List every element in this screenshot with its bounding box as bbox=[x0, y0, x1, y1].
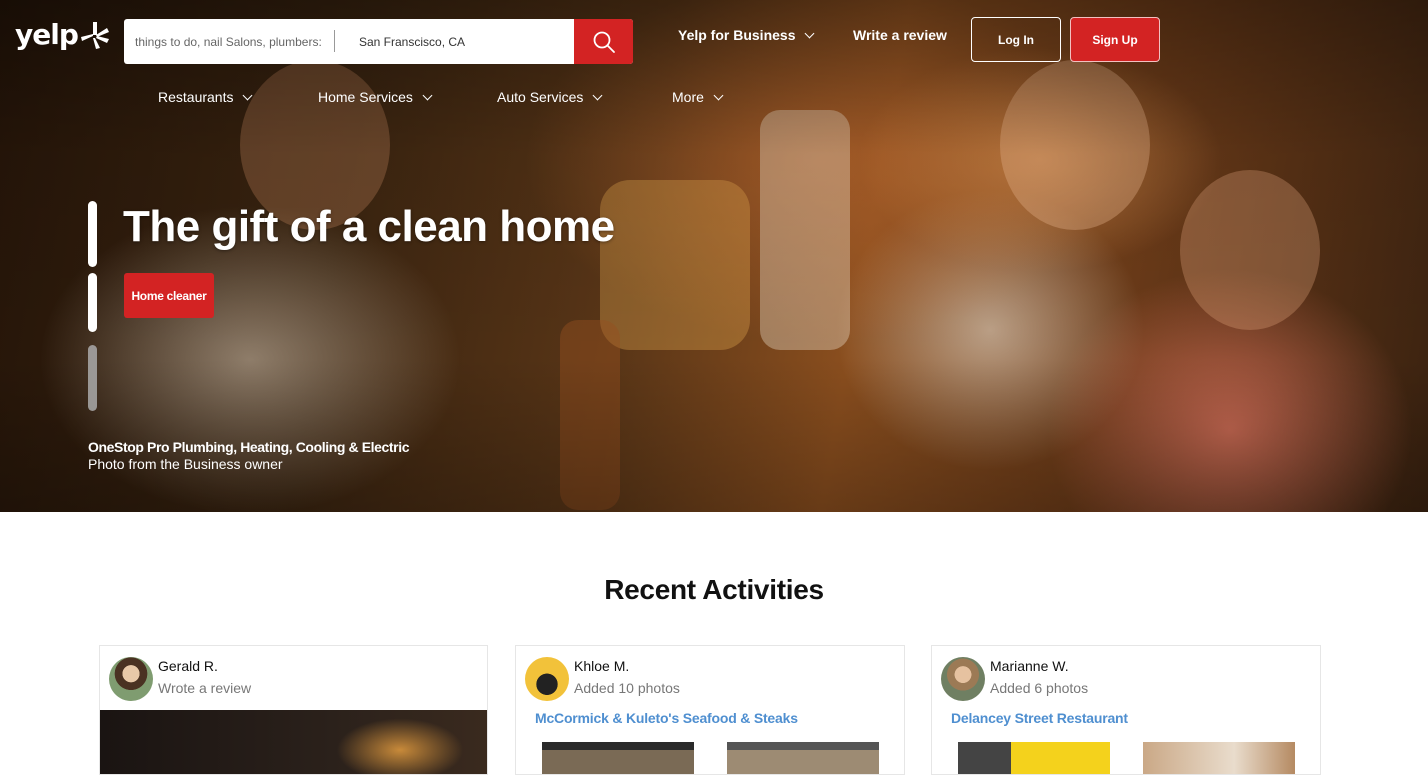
recent-activities-title: Recent Activities bbox=[604, 574, 824, 605]
write-review-link[interactable]: Write a review bbox=[853, 27, 947, 43]
search-near-input[interactable] bbox=[335, 19, 574, 64]
write-review-label: Write a review bbox=[853, 27, 947, 43]
search-button[interactable] bbox=[574, 19, 633, 64]
business-link[interactable]: McCormick & Kuleto's Seafood & Steaks bbox=[535, 710, 798, 726]
yelp-logo[interactable]: yelp bbox=[15, 20, 110, 50]
search-find-input[interactable] bbox=[124, 19, 334, 64]
nav-home-services[interactable]: Home Services bbox=[318, 89, 433, 105]
chevron-down-icon bbox=[422, 90, 433, 101]
user-action: Added 10 photos bbox=[574, 680, 680, 696]
user-name[interactable]: Gerald R. bbox=[158, 658, 218, 674]
activity-card[interactable]: Khloe M. Added 10 photos McCormick & Kul… bbox=[515, 645, 905, 775]
user-action: Wrote a review bbox=[158, 680, 252, 696]
nav-home-services-label: Home Services bbox=[318, 89, 413, 105]
home-cleaner-button[interactable]: Home cleaner bbox=[124, 273, 214, 318]
chevron-down-icon bbox=[805, 28, 815, 39]
chevron-down-icon bbox=[713, 90, 724, 101]
avatar[interactable] bbox=[941, 657, 985, 701]
hero-banner bbox=[0, 0, 1428, 512]
search-bar bbox=[124, 19, 633, 64]
user-name[interactable]: Khloe M. bbox=[574, 658, 629, 674]
user-action: Added 6 photos bbox=[990, 680, 1089, 696]
hero-title: The gift of a clean home bbox=[123, 202, 615, 251]
avatar[interactable] bbox=[525, 657, 569, 701]
avatar[interactable] bbox=[109, 657, 153, 701]
slide-indicator-1[interactable] bbox=[88, 201, 97, 267]
slide-indicator-2[interactable] bbox=[88, 273, 97, 332]
nav-auto-services-label: Auto Services bbox=[497, 89, 584, 105]
nav-more[interactable]: More bbox=[672, 89, 724, 105]
yelp-for-business-link[interactable]: Yelp for Business bbox=[678, 27, 815, 43]
nav-auto-services[interactable]: Auto Services bbox=[497, 89, 603, 105]
activity-card[interactable]: Gerald R. Wrote a review bbox=[99, 645, 488, 775]
login-button[interactable]: Log In bbox=[971, 17, 1061, 62]
activity-card[interactable]: Marianne W. Added 6 photos Delancey Stre… bbox=[931, 645, 1321, 775]
review-photo[interactable] bbox=[100, 710, 487, 774]
chevron-down-icon bbox=[592, 90, 603, 101]
business-link[interactable]: Delancey Street Restaurant bbox=[951, 710, 1128, 726]
slide-indicator-3[interactable] bbox=[88, 345, 97, 411]
user-name[interactable]: Marianne W. bbox=[990, 658, 1069, 674]
search-icon bbox=[593, 31, 615, 53]
photo-credit-subtitle: Photo from the Business owner bbox=[88, 456, 283, 472]
nav-restaurants[interactable]: Restaurants bbox=[158, 89, 253, 105]
logo-text: yelp bbox=[15, 18, 79, 51]
photo-credit-business[interactable]: OneStop Pro Plumbing, Heating, Cooling &… bbox=[88, 439, 409, 455]
yelp-burst-icon bbox=[80, 22, 109, 49]
yelp-for-business-label: Yelp for Business bbox=[678, 27, 796, 43]
chevron-down-icon bbox=[243, 90, 253, 101]
signup-button[interactable]: Sign Up bbox=[1070, 17, 1160, 62]
nav-more-label: More bbox=[672, 89, 704, 105]
nav-restaurants-label: Restaurants bbox=[158, 89, 234, 105]
